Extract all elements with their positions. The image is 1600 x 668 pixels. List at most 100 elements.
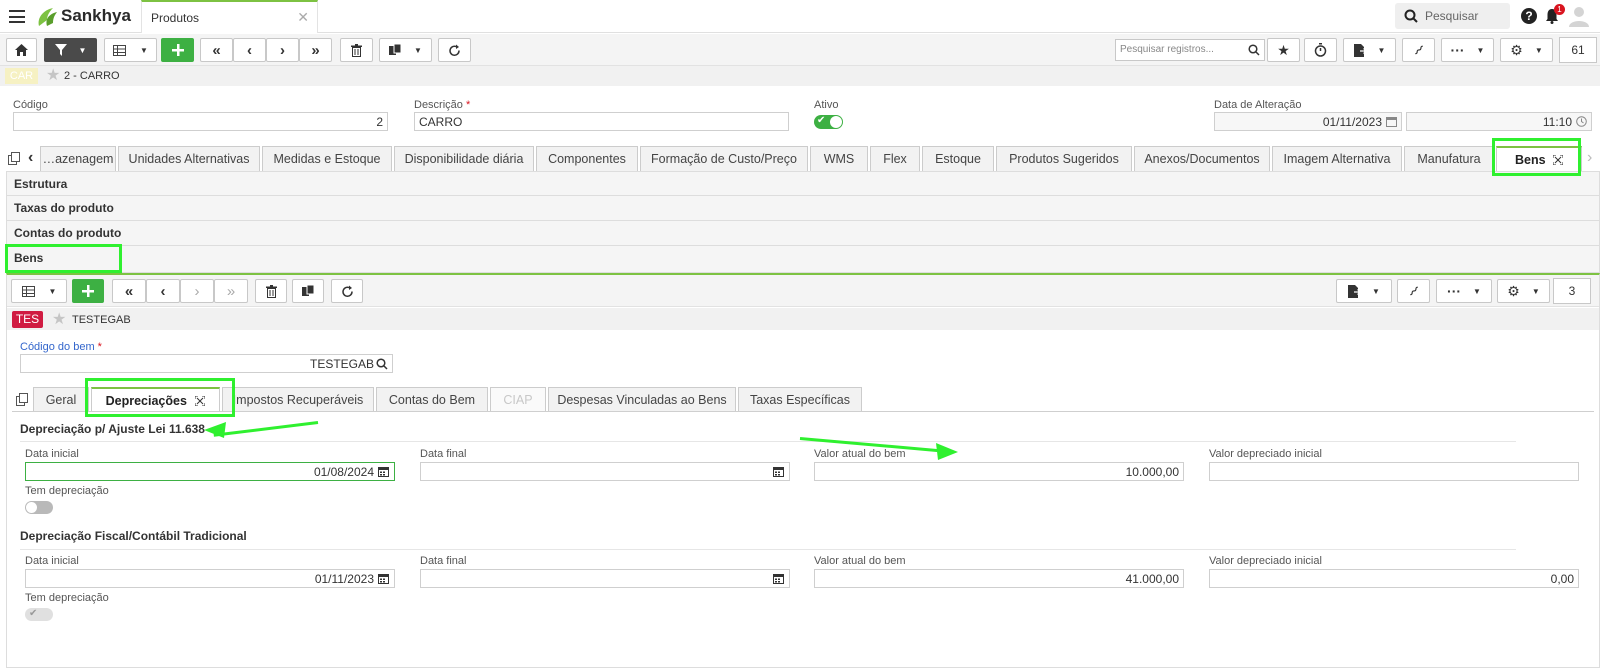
copy-tab-icon[interactable] xyxy=(8,152,22,165)
subtabs-divider xyxy=(12,411,1594,412)
tabs-scroll-right-icon[interactable]: › xyxy=(1587,149,1592,167)
last-record-button[interactable]: » xyxy=(299,38,332,62)
tab-estoque[interactable]: Estoque xyxy=(922,146,994,171)
calendar-icon[interactable] xyxy=(378,466,389,477)
add-button[interactable] xyxy=(161,38,194,62)
star-icon[interactable]: ★ xyxy=(52,312,66,328)
document-export-icon xyxy=(1353,43,1366,57)
delete-button[interactable] xyxy=(340,38,373,62)
tab-armazenagem[interactable]: …azenagem xyxy=(40,146,116,171)
sub-duplicate-button[interactable] xyxy=(292,279,324,303)
attachment-button[interactable]: ⌇ xyxy=(1402,38,1435,62)
favorite-button[interactable]: ★ xyxy=(1267,38,1300,62)
home-icon xyxy=(15,44,28,56)
descricao-label-wrap: Descrição * xyxy=(414,99,470,111)
chevron-right-icon: › xyxy=(280,41,285,59)
sub-export-button[interactable]: ▼ xyxy=(1336,279,1392,303)
sub-attachment-button[interactable]: ⌇ xyxy=(1397,279,1430,303)
double-chevron-left-icon: « xyxy=(124,282,134,300)
refresh-icon xyxy=(341,285,353,297)
more-options-button[interactable]: ··· ▼ xyxy=(1441,38,1494,62)
sub-last-record-button[interactable]: » xyxy=(214,279,248,303)
accordion-bens[interactable]: Bens xyxy=(6,246,1600,273)
dep1-valor-atual-input[interactable]: 10.000,00 xyxy=(814,462,1184,481)
help-icon[interactable]: ? xyxy=(1521,8,1537,24)
home-button[interactable] xyxy=(6,38,37,62)
caret-down-icon: ▼ xyxy=(78,45,87,55)
dep2-data-final-input[interactable] xyxy=(420,569,790,588)
dep1-data-final-input[interactable] xyxy=(420,462,790,481)
duplicate-button[interactable]: ▼ xyxy=(379,38,432,62)
calendar-icon xyxy=(1386,117,1397,127)
menu-icon[interactable] xyxy=(9,10,25,23)
previous-record-button[interactable]: ‹ xyxy=(233,38,266,62)
settings-button[interactable]: ⚙ ▼ xyxy=(1500,38,1553,62)
sub-more-options-button[interactable]: ··· ▼ xyxy=(1436,279,1492,303)
timer-button[interactable] xyxy=(1304,38,1337,62)
sub-next-record-button[interactable]: › xyxy=(180,279,214,303)
sub-grid-view-button[interactable]: ▼ xyxy=(11,279,67,303)
top-bar: Sankhya Produtos ✕ Pesquisar ? 1 xyxy=(0,0,1600,33)
tab-imagem-alternativa[interactable]: Imagem Alternativa xyxy=(1272,146,1402,171)
accordion-contas-produto[interactable]: Contas do produto xyxy=(6,221,1600,246)
tab-wms[interactable]: WMS xyxy=(810,146,868,171)
grid-icon xyxy=(21,285,35,297)
tab-unidades-alternativas[interactable]: Unidades Alternativas xyxy=(118,146,260,171)
tab-produtos[interactable]: Produtos ✕ xyxy=(141,0,318,33)
tab-anexos-documentos[interactable]: Anexos/Documentos xyxy=(1134,146,1270,171)
brand-name: Sankhya xyxy=(61,6,131,25)
codigo-input[interactable]: 2 xyxy=(13,112,388,131)
sub-add-button[interactable] xyxy=(72,279,104,303)
subtab-impostos-recuperaveis[interactable]: Impostos Recuperáveis xyxy=(222,387,374,412)
dep2-data-inicial-input[interactable]: 01/11/2023 xyxy=(25,569,395,588)
search-icon[interactable] xyxy=(1248,44,1260,56)
avatar[interactable] xyxy=(1568,5,1590,27)
calendar-icon[interactable] xyxy=(773,466,784,477)
first-record-button[interactable]: « xyxy=(200,38,233,62)
codigo-bem-input[interactable]: TESTEGAB xyxy=(20,354,393,373)
copy-tab-icon[interactable] xyxy=(16,393,30,406)
descricao-input[interactable]: CARRO xyxy=(414,112,789,131)
dep1-data-inicial-input[interactable]: 01/08/2024 xyxy=(25,462,395,481)
dep2-divider xyxy=(20,549,1516,550)
tab-medidas-estoque[interactable]: Medidas e Estoque xyxy=(262,146,392,171)
tab-formacao-custo-preco[interactable]: Formação de Custo/Preço xyxy=(640,146,808,171)
dep2-valor-atual-input[interactable]: 41.000,00 xyxy=(814,569,1184,588)
tab-produtos-sugeridos[interactable]: Produtos Sugeridos xyxy=(996,146,1132,171)
calendar-icon[interactable] xyxy=(773,573,784,584)
tab-flex[interactable]: Flex xyxy=(870,146,920,171)
dep2-section-title: Depreciação Fiscal/Contábil Tradicional xyxy=(20,529,247,543)
subtab-contas-bem[interactable]: Contas do Bem xyxy=(376,387,488,412)
tab-manufatura[interactable]: Manufatura xyxy=(1404,146,1494,171)
tab-componentes[interactable]: Componentes xyxy=(536,146,638,171)
subtab-geral[interactable]: Geral xyxy=(33,387,89,412)
sub-previous-record-button[interactable]: ‹ xyxy=(146,279,180,303)
accordion-taxas-produto[interactable]: Taxas do produto xyxy=(6,196,1600,221)
grid-view-button[interactable]: ▼ xyxy=(104,38,157,62)
accordion-estrutura[interactable]: Estrutura xyxy=(6,171,1600,196)
records-search-input[interactable]: Pesquisar registros... xyxy=(1115,39,1265,61)
sub-refresh-button[interactable] xyxy=(331,279,363,303)
calendar-icon[interactable] xyxy=(378,573,389,584)
ativo-toggle[interactable]: ✔ xyxy=(814,115,843,129)
next-record-button[interactable]: › xyxy=(266,38,299,62)
subtab-despesas-vinculadas[interactable]: Despesas Vinculadas ao Bens xyxy=(548,387,736,412)
dep1-valor-depreciado-input[interactable] xyxy=(1209,462,1579,481)
tab-disponibilidade-diaria[interactable]: Disponibilidade diária xyxy=(394,146,534,171)
dep2-valor-depreciado-input[interactable]: 0,00 xyxy=(1209,569,1579,588)
close-tab-icon[interactable]: ✕ xyxy=(297,9,309,26)
global-search[interactable]: Pesquisar xyxy=(1395,3,1510,29)
search-icon[interactable] xyxy=(376,358,388,370)
tabs-scroll-left-icon[interactable]: ‹ xyxy=(28,149,33,167)
subtab-taxas-especificas[interactable]: Taxas Específicas xyxy=(738,387,862,412)
sub-first-record-button[interactable]: « xyxy=(112,279,146,303)
dep1-tem-depreciacao-toggle[interactable] xyxy=(25,501,53,514)
dep1-divider xyxy=(20,441,1516,442)
caret-down-icon: ▼ xyxy=(1372,286,1380,296)
star-icon[interactable]: ★ xyxy=(46,68,60,84)
filter-button[interactable]: ▼ xyxy=(44,38,97,62)
sub-settings-button[interactable]: ⚙ ▼ xyxy=(1497,279,1550,303)
refresh-button[interactable] xyxy=(438,38,471,62)
export-button[interactable]: ▼ xyxy=(1343,38,1396,62)
sub-delete-button[interactable] xyxy=(255,279,287,303)
